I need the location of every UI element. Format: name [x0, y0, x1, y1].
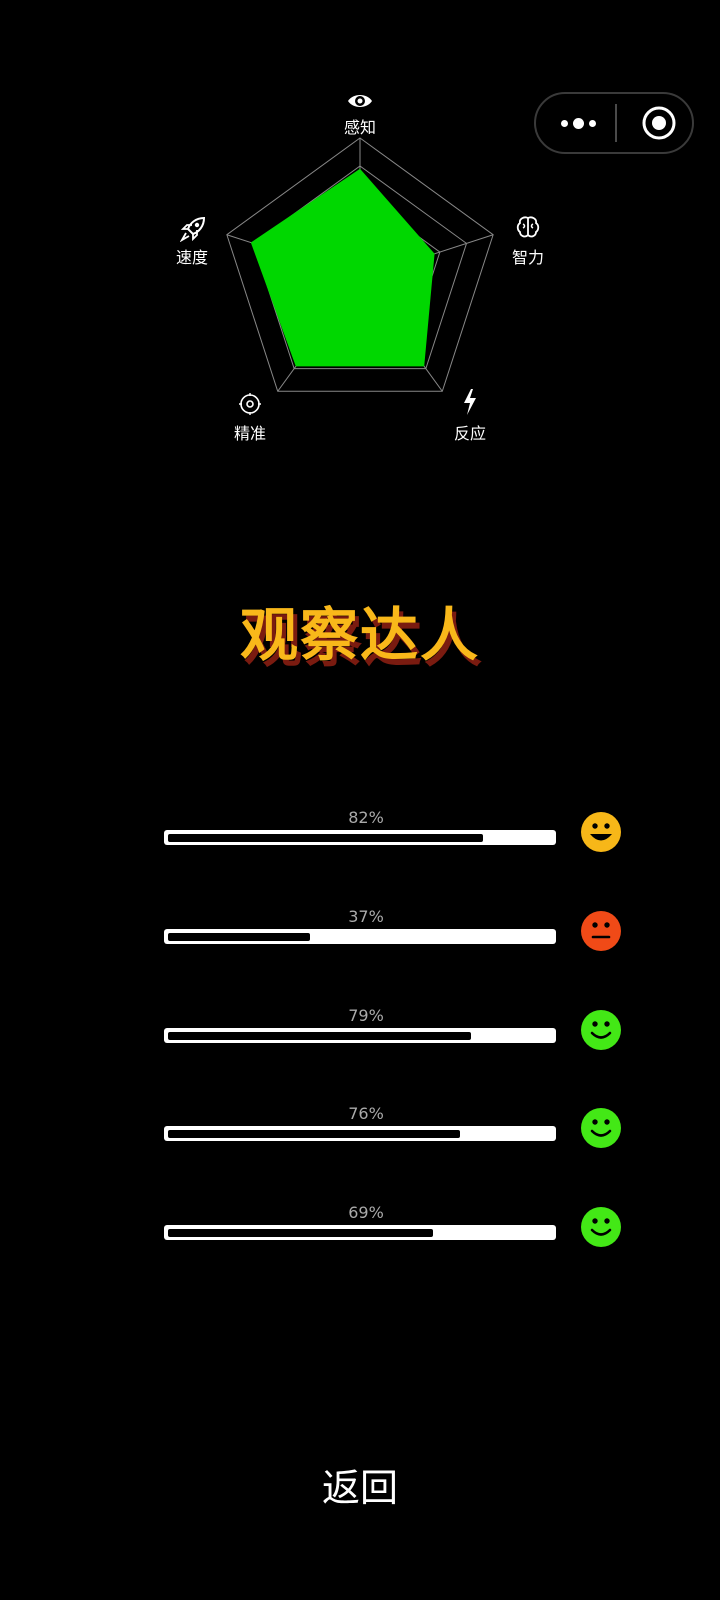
radar-value-area	[250, 168, 435, 367]
score-row: 76%	[0, 1104, 720, 1164]
rocket-icon	[179, 216, 206, 246]
progress-bar	[164, 929, 556, 944]
progress-fill	[168, 933, 310, 941]
score-percent: 37%	[348, 907, 384, 926]
brain-icon	[516, 216, 540, 242]
score-row: 37%	[0, 907, 720, 967]
score-percent: 82%	[348, 808, 384, 827]
progress-fill	[168, 1032, 471, 1040]
result-title: 观察达人	[239, 601, 480, 669]
score-percent: 69%	[348, 1203, 384, 1222]
score-row: 82%	[0, 808, 720, 868]
smiling-face-icon	[580, 1206, 622, 1248]
smiling-face-icon	[580, 1009, 622, 1051]
eye-icon	[347, 92, 373, 114]
score-percent: 79%	[348, 1006, 384, 1025]
progress-fill	[168, 1130, 460, 1138]
radar-axis-label: 精准	[233, 424, 266, 443]
target-icon	[239, 393, 261, 419]
lightning-icon	[462, 389, 478, 419]
progress-bar	[164, 1028, 556, 1043]
radar-axis-label: 反应	[453, 424, 486, 443]
score-row: 79%	[0, 1006, 720, 1066]
ability-radar-chart	[226, 137, 494, 392]
progress-fill	[168, 834, 483, 842]
progress-bar	[164, 1126, 556, 1141]
progress-bar	[164, 1225, 556, 1240]
smiling-face-icon	[580, 1107, 622, 1149]
progress-fill	[168, 1229, 433, 1237]
radar-axis-label: 速度	[175, 248, 208, 267]
score-percent: 76%	[348, 1104, 384, 1123]
radar-axis-label: 智力	[511, 248, 544, 267]
neutral-face-icon	[580, 910, 622, 952]
score-row: 69%	[0, 1203, 720, 1263]
radar-axis-label: 感知	[343, 118, 376, 137]
back-button[interactable]: 返回	[310, 1462, 410, 1514]
progress-bar	[164, 830, 556, 845]
laughing-face-icon	[580, 811, 622, 853]
